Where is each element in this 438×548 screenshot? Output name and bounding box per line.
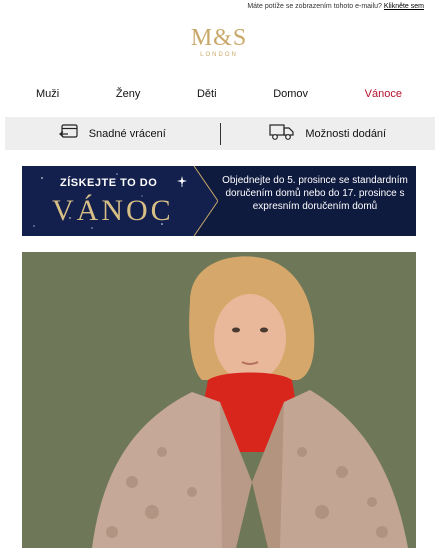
category-nav: Muži Ženy Děti Domov Vánoce: [22, 86, 416, 102]
delivery-options[interactable]: Možnosti dodání: [221, 123, 436, 144]
hero-image[interactable]: [22, 252, 416, 548]
nav-item-deti[interactable]: Děti: [183, 86, 231, 102]
logo-subtitle: LONDON: [200, 52, 238, 58]
benefits-bar: Snadné vrácení Možnosti dodání: [5, 117, 435, 150]
delivery-truck-icon: [269, 123, 295, 144]
christmas-delivery-banner[interactable]: ZÍSKEJTE TO DO VÁNOC Objednejte do 5. pr…: [22, 166, 416, 236]
email-header-notice: Máte potíže se zobrazením tohoto e-mailu…: [247, 3, 424, 10]
view-issue-text: Máte potíže se zobrazením tohoto e-mailu…: [247, 3, 382, 10]
easy-returns-label: Snadné vrácení: [88, 127, 166, 140]
nav-item-zeny[interactable]: Ženy: [102, 86, 154, 102]
nav-item-muzi[interactable]: Muži: [22, 86, 73, 102]
easy-returns[interactable]: Snadné vrácení: [5, 124, 220, 143]
nav-item-domov[interactable]: Domov: [259, 86, 322, 102]
nav-item-vanoce[interactable]: Vánoce: [351, 86, 416, 102]
model-in-teddy-coat-image: [22, 252, 416, 548]
view-in-browser-link[interactable]: Klikněte sem: [384, 3, 424, 10]
logo-mark: M&S: [190, 25, 248, 51]
banner-kicker: ZÍSKEJTE TO DO: [60, 177, 158, 189]
banner-headline: VÁNOC: [52, 194, 174, 227]
banner-delivery-text: Objednejte do 5. prosince se standardním…: [222, 175, 408, 212]
return-card-icon: [58, 124, 79, 143]
brand-logo[interactable]: M&S LONDON: [0, 26, 438, 58]
delivery-options-label: Možnosti dodání: [305, 127, 387, 140]
